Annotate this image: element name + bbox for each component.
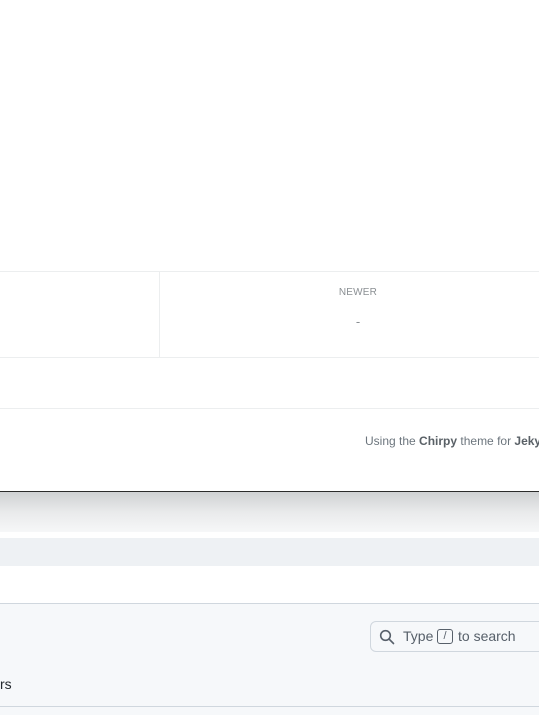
search-icon (379, 629, 395, 645)
newer-post-link[interactable]: NEWER - (160, 272, 539, 357)
footer-divider (0, 408, 539, 409)
screen: NEWER - Using the Chirpy theme for Jekyl… (0, 0, 539, 715)
older-post-link[interactable] (0, 272, 160, 357)
theme-link[interactable]: Chirpy (419, 434, 457, 448)
search-placeholder-prefix: Type (403, 628, 434, 644)
site-footer: Using the Chirpy theme for Jekyll (0, 432, 539, 452)
app-header (0, 603, 539, 715)
post-navigation: NEWER - (0, 271, 539, 358)
newer-label: NEWER (338, 287, 378, 298)
blog-page-window: NEWER - Using the Chirpy theme for Jekyl… (0, 0, 539, 492)
slash-shortcut-key: / (437, 629, 453, 644)
browser-toolbar-strip (0, 538, 539, 566)
post-content-area (0, 0, 539, 271)
footer-middle: theme for (457, 434, 515, 448)
footer-prefix: Using the (365, 434, 420, 448)
newer-post-title: - (355, 314, 361, 329)
jekyll-link[interactable]: Jekyll (514, 434, 539, 448)
nav-tab-partial[interactable]: rs (0, 676, 12, 692)
search-input[interactable]: Type / to search (370, 621, 539, 652)
window-shadow (0, 492, 539, 532)
background-window: Type / to search rs (0, 492, 539, 715)
header-bottom-border (0, 706, 539, 707)
footer-credit: Using the Chirpy theme for Jekyll (365, 434, 539, 448)
search-placeholder-suffix: to search (458, 628, 516, 644)
